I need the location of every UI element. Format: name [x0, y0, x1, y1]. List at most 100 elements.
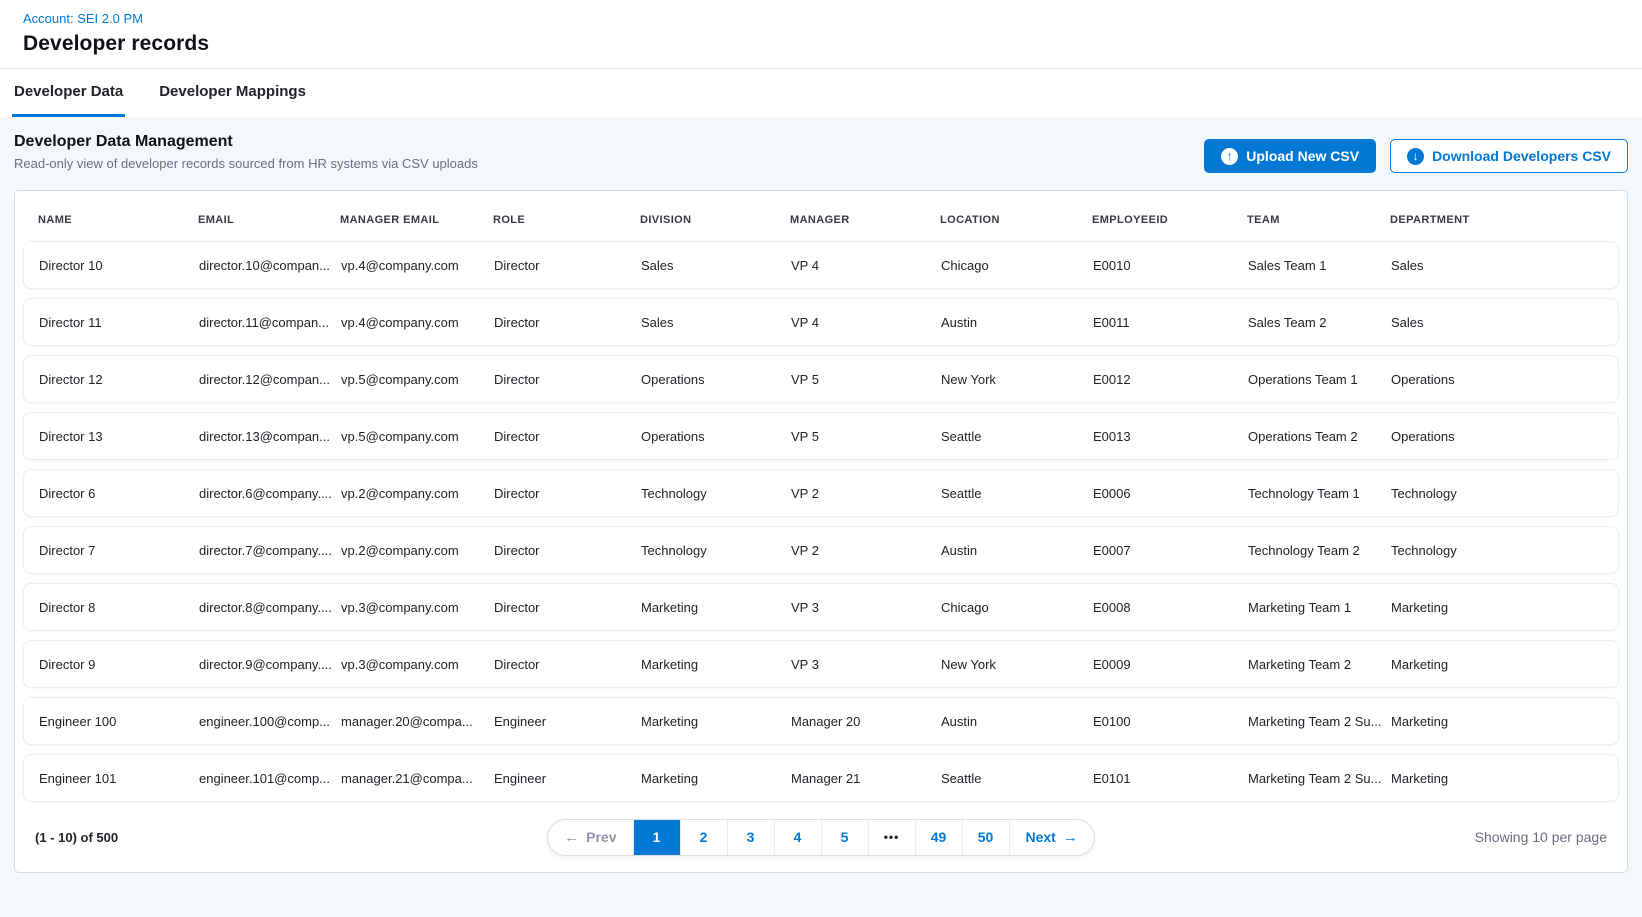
cell-employeeid: E0101 — [1093, 771, 1248, 786]
cell-department: Operations — [1391, 372, 1608, 387]
cell-team: Marketing Team 2 Su... — [1248, 714, 1391, 729]
column-header-manager-email: MANAGER EMAIL — [340, 214, 493, 226]
cell-location: Austin — [941, 315, 1093, 330]
cell-division: Marketing — [641, 771, 791, 786]
section-subtitle: Read-only view of developer records sour… — [14, 156, 478, 171]
cell-division: Sales — [641, 258, 791, 273]
next-page-button[interactable]: Next → — [1009, 820, 1094, 855]
cell-employeeid: E0006 — [1093, 486, 1248, 501]
cell-role: Director — [494, 372, 641, 387]
section-title: Developer Data Management — [14, 133, 478, 151]
column-header-name: NAME — [38, 214, 198, 226]
cell-employeeid: E0012 — [1093, 372, 1248, 387]
cell-team: Sales Team 1 — [1248, 258, 1391, 273]
cell-department: Sales — [1391, 258, 1608, 273]
cell-location: Seattle — [941, 486, 1093, 501]
page-button-49[interactable]: 49 — [915, 820, 962, 855]
page-button-4[interactable]: 4 — [774, 820, 821, 855]
page-button-1[interactable]: 1 — [633, 820, 680, 855]
upload-csv-button-label: Upload New CSV — [1246, 148, 1359, 164]
cell-employeeid: E0010 — [1093, 258, 1248, 273]
cell-manager-email: manager.20@compa... — [341, 714, 494, 729]
cell-email: director.9@company.... — [199, 657, 341, 672]
cell-team: Technology Team 2 — [1248, 543, 1391, 558]
cell-department: Technology — [1391, 486, 1608, 501]
cell-role: Director — [494, 258, 641, 273]
section-header: Developer Data Management Read-only view… — [14, 133, 1628, 173]
pager: ← Prev 12345•••4950 Next → — [547, 819, 1095, 856]
cell-name: Director 9 — [39, 657, 199, 672]
account-breadcrumb-link[interactable]: Account: SEI 2.0 PM — [23, 11, 143, 26]
cell-team: Marketing Team 2 — [1248, 657, 1391, 672]
table-row: Director 12director.12@compan...vp.5@com… — [23, 355, 1619, 403]
pagination-bar: (1 - 10) of 500 ← Prev 12345•••4950 Next… — [23, 810, 1619, 864]
cell-name: Director 13 — [39, 429, 199, 444]
tab-developer-data[interactable]: Developer Data — [12, 69, 125, 117]
cell-role: Engineer — [494, 714, 641, 729]
download-csv-button[interactable]: ↓ Download Developers CSV — [1390, 139, 1628, 173]
cell-employeeid: E0008 — [1093, 600, 1248, 615]
developer-table-card: NAMEEMAILMANAGER EMAILROLEDIVISIONMANAGE… — [14, 190, 1628, 873]
cell-division: Operations — [641, 429, 791, 444]
cell-name: Director 8 — [39, 600, 199, 615]
cell-division: Marketing — [641, 714, 791, 729]
cell-manager: VP 5 — [791, 372, 941, 387]
cell-location: New York — [941, 372, 1093, 387]
cell-email: engineer.101@comp... — [199, 771, 341, 786]
per-page-text: Showing 10 per page — [1095, 829, 1607, 845]
table-row: Engineer 101engineer.101@comp...manager.… — [23, 754, 1619, 802]
prev-arrow-icon: ← — [564, 830, 579, 845]
cell-department: Marketing — [1391, 657, 1608, 672]
page-title: Developer records — [23, 32, 1619, 56]
cell-name: Engineer 101 — [39, 771, 199, 786]
cell-manager-email: manager.21@compa... — [341, 771, 494, 786]
cell-location: New York — [941, 657, 1093, 672]
cell-team: Marketing Team 2 Su... — [1248, 771, 1391, 786]
cell-manager: VP 3 — [791, 657, 941, 672]
upload-csv-button[interactable]: ↑ Upload New CSV — [1204, 139, 1376, 173]
cell-team: Operations Team 1 — [1248, 372, 1391, 387]
prev-page-button[interactable]: ← Prev — [548, 820, 632, 855]
cell-division: Marketing — [641, 600, 791, 615]
table-row: Director 13director.13@compan...vp.5@com… — [23, 412, 1619, 460]
cell-role: Director — [494, 486, 641, 501]
cell-department: Marketing — [1391, 714, 1608, 729]
column-header-division: DIVISION — [640, 214, 790, 226]
main-section: Developer Data Management Read-only view… — [0, 117, 1642, 917]
table-header-row: NAMEEMAILMANAGER EMAILROLEDIVISIONMANAGE… — [23, 199, 1619, 241]
cell-manager-email: vp.2@company.com — [341, 486, 494, 501]
cell-role: Director — [494, 315, 641, 330]
cell-manager: VP 2 — [791, 543, 941, 558]
cell-team: Operations Team 2 — [1248, 429, 1391, 444]
cell-manager: VP 4 — [791, 315, 941, 330]
cell-division: Sales — [641, 315, 791, 330]
page-button-3[interactable]: 3 — [727, 820, 774, 855]
cell-manager-email: vp.5@company.com — [341, 429, 494, 444]
page-button-2[interactable]: 2 — [680, 820, 727, 855]
cell-email: director.7@company.... — [199, 543, 341, 558]
download-csv-button-label: Download Developers CSV — [1432, 148, 1611, 164]
page-header: Account: SEI 2.0 PM Developer records — [0, 0, 1642, 69]
cell-email: director.11@compan... — [199, 315, 341, 330]
page-button-5[interactable]: 5 — [821, 820, 868, 855]
column-header-team: TEAM — [1247, 214, 1390, 226]
tab-developer-mappings[interactable]: Developer Mappings — [157, 69, 308, 117]
column-header-role: ROLE — [493, 214, 640, 226]
cell-role: Director — [494, 543, 641, 558]
cell-employeeid: E0007 — [1093, 543, 1248, 558]
table-row: Director 9director.9@company....vp.3@com… — [23, 640, 1619, 688]
header-actions: ↑ Upload New CSV ↓ Download Developers C… — [1204, 139, 1628, 173]
cell-email: director.10@compan... — [199, 258, 341, 273]
cell-employeeid: E0100 — [1093, 714, 1248, 729]
upload-icon: ↑ — [1221, 148, 1238, 165]
column-header-department: DEPARTMENT — [1390, 214, 1609, 226]
table-row: Director 10director.10@compan...vp.4@com… — [23, 241, 1619, 289]
cell-location: Austin — [941, 714, 1093, 729]
cell-name: Director 10 — [39, 258, 199, 273]
cell-name: Director 7 — [39, 543, 199, 558]
cell-manager-email: vp.2@company.com — [341, 543, 494, 558]
page-button-50[interactable]: 50 — [962, 820, 1009, 855]
cell-email: director.12@compan... — [199, 372, 341, 387]
cell-manager: Manager 21 — [791, 771, 941, 786]
cell-manager: VP 2 — [791, 486, 941, 501]
